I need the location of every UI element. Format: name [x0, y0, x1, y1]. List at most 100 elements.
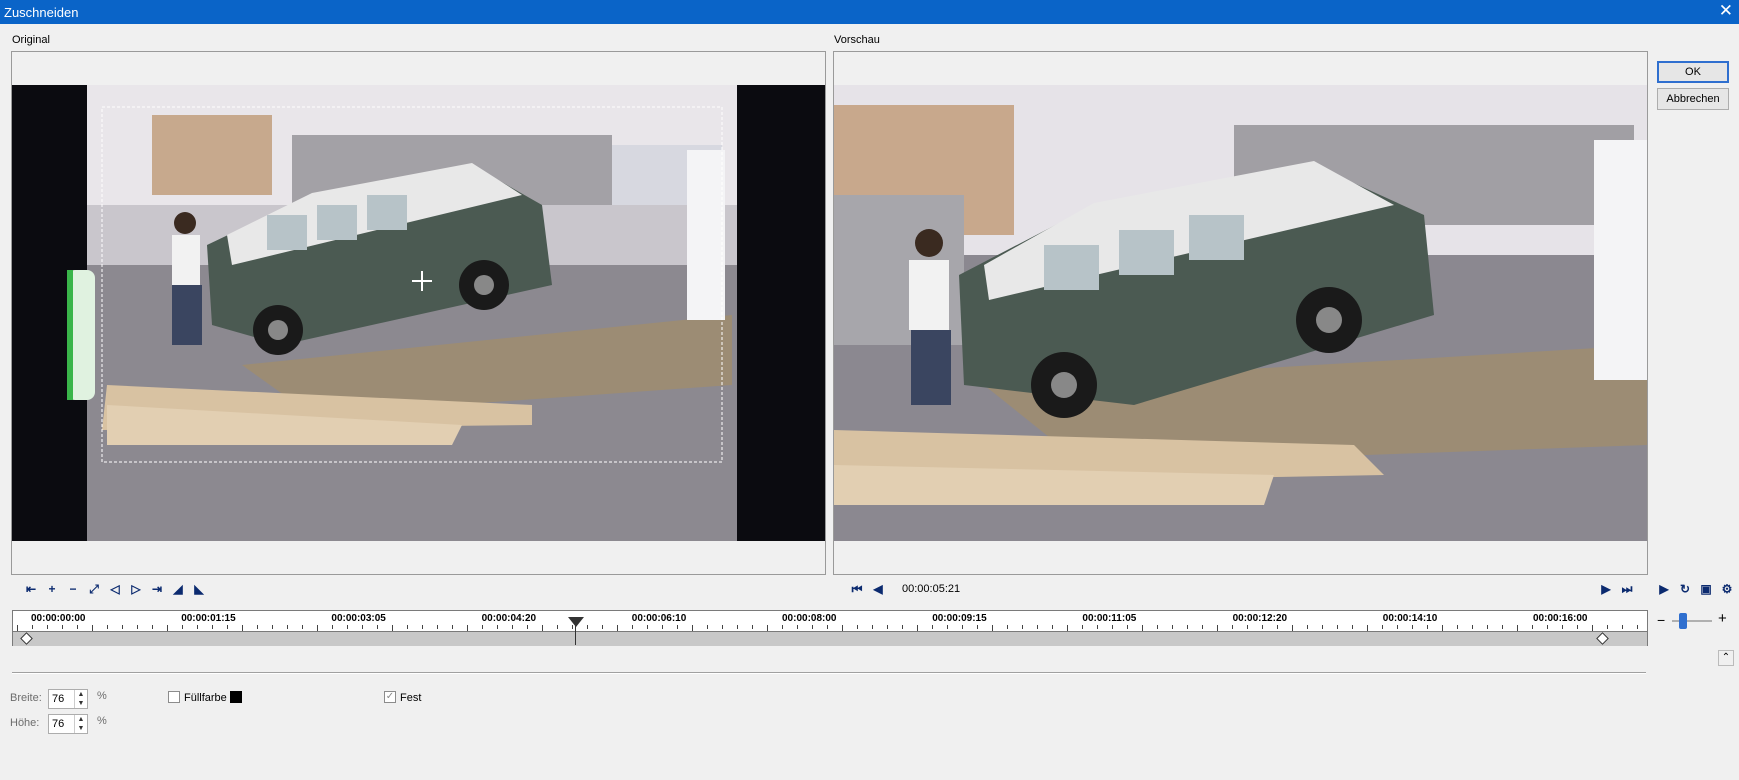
fill-color-swatch[interactable] — [230, 691, 242, 703]
timeline-tick-mark — [1502, 625, 1503, 629]
timeline-tick-mark — [377, 625, 378, 629]
timeline-tick-mark — [1082, 625, 1083, 629]
timeline-tick-mark — [1577, 625, 1578, 629]
width-spin-arrows-icon[interactable]: ▲ ▼ — [74, 690, 87, 708]
fixed-checkbox[interactable]: ✓ — [384, 691, 396, 703]
timeline-tick-label: 00:00:12:20 — [1232, 613, 1288, 624]
timeline-tick-mark — [1412, 625, 1413, 629]
timeline-tick-mark — [812, 625, 813, 629]
timeline-tick-mark — [212, 625, 213, 629]
step-back-icon[interactable]: ◁ — [106, 580, 124, 598]
move-right-icon[interactable]: ⇥ — [148, 580, 166, 598]
options-icon[interactable]: ⚙ — [1718, 580, 1736, 598]
zoom-out-icon[interactable]: − — [64, 580, 82, 598]
cancel-button[interactable]: Abbrechen — [1657, 88, 1729, 110]
playhead-marker-icon[interactable] — [568, 617, 584, 627]
timeline-tick-mark — [1007, 625, 1008, 629]
move-left-icon[interactable]: ⇤ — [22, 580, 40, 598]
fill-color-label: Füllfarbe — [184, 692, 227, 704]
timeline-tick-mark — [1247, 625, 1248, 629]
timeline-tick-mark — [647, 625, 648, 629]
prev-frame-icon[interactable]: ◀ — [869, 580, 887, 598]
ok-button[interactable]: OK — [1657, 61, 1729, 83]
height-label: Höhe: — [10, 717, 40, 729]
timeline-tick-mark — [182, 625, 183, 629]
timeline-tick-label: 00:00:03:05 — [331, 613, 386, 624]
timeline-tick-mark — [1307, 625, 1308, 629]
keyframe-track[interactable] — [13, 631, 1647, 646]
timeline-tick-mark — [287, 625, 288, 629]
timeline-tick-mark — [407, 625, 408, 629]
separator — [12, 672, 1646, 674]
timeline-tick-mark — [1637, 625, 1638, 629]
play-icon[interactable]: ▶ — [1655, 580, 1673, 598]
timeline-tick-mark — [557, 625, 558, 629]
keyframe-end-icon[interactable] — [1596, 632, 1609, 645]
original-pane — [11, 51, 826, 575]
original-video-frame[interactable] — [12, 85, 825, 541]
timeline-tick-mark — [257, 625, 258, 629]
timeline-tick-mark — [332, 625, 333, 629]
timeline-tick-mark — [422, 625, 423, 629]
width-input[interactable] — [50, 691, 76, 707]
timeline-tick-mark — [122, 625, 123, 629]
timeline-tick-mark — [362, 625, 363, 629]
go-start-icon[interactable]: ⏮ — [848, 580, 866, 598]
loop-icon[interactable]: ↻ — [1676, 580, 1694, 598]
transport-left: ⏮ ◀ — [848, 580, 887, 598]
height-input[interactable] — [50, 716, 76, 732]
timeline-tick-mark — [1487, 625, 1488, 629]
zoom-in-icon[interactable]: + — [43, 580, 61, 598]
timeline-tick-mark — [1277, 625, 1278, 629]
timeline-tick-mark — [1427, 625, 1428, 629]
keyframe-prev-icon[interactable]: ◢ — [169, 580, 187, 598]
timeline-tick-mark — [887, 625, 888, 629]
timeline-tick-label: 00:00:09:15 — [932, 613, 987, 624]
window-title: Zuschneiden — [4, 5, 79, 20]
keyframe-next-icon[interactable]: ◣ — [190, 580, 208, 598]
timeline-tick-label: 00:00:11:05 — [1082, 613, 1137, 624]
zoom-plus-icon[interactable]: + — [1718, 610, 1727, 627]
timeline-tick-mark — [1232, 625, 1233, 629]
timeline-tick-mark — [1112, 625, 1113, 629]
timeline-tick-label: 00:00:08:00 — [782, 613, 837, 624]
close-icon[interactable]: ✕ — [1719, 2, 1733, 20]
preview-video-frame — [834, 85, 1647, 541]
timeline-tick-mark — [482, 625, 483, 629]
timeline-tick-mark — [1337, 625, 1338, 629]
timeline-tick-mark — [752, 625, 753, 629]
timeline-tick-mark — [722, 625, 723, 629]
timeline-tick-mark — [347, 625, 348, 629]
width-unit: % — [97, 690, 107, 702]
title-bar: Zuschneiden ✕ — [0, 0, 1739, 24]
timeline-tick-mark — [1022, 625, 1023, 629]
step-forward-icon[interactable]: ▷ — [127, 580, 145, 598]
timeline-tick-label: 00:00:00:00 — [31, 613, 86, 624]
fit-icon[interactable]: ⤢ — [85, 580, 103, 598]
timeline-tick-mark — [1622, 625, 1623, 629]
timeline-tick-mark — [1097, 625, 1098, 629]
zoom-minus-icon[interactable]: − — [1657, 612, 1665, 628]
timeline-tick-mark — [797, 625, 798, 629]
timeline-tick-mark — [782, 625, 783, 629]
height-spinner[interactable]: ▲▼ — [48, 714, 88, 734]
collapse-icon[interactable]: ⌃ — [1718, 650, 1734, 666]
width-spinner[interactable]: ▲▼ — [48, 689, 88, 709]
timeline-tick-label: 00:00:06:10 — [631, 613, 687, 624]
timeline-tick-mark — [512, 625, 513, 629]
next-frame-icon[interactable]: ▶ — [1597, 580, 1615, 598]
timeline-tick-mark — [1352, 625, 1353, 629]
timeline-tick-mark — [1607, 625, 1608, 629]
go-end-icon[interactable]: ⏭ — [1618, 580, 1636, 598]
transport-right: ▶ ⏭ — [1597, 580, 1636, 598]
keyframe-start-icon[interactable] — [20, 632, 33, 645]
fill-color-checkbox[interactable] — [168, 691, 180, 703]
timeline[interactable]: 00:00:00:00 00:00:01:15 00:00:03:05 00:00:0… — [12, 610, 1648, 646]
timeline-tick-mark — [1532, 625, 1533, 629]
timeline-tick-mark — [932, 625, 933, 629]
crop-toolbar: ⇤ + − ⤢ ◁ ▷ ⇥ ◢ ◣ — [22, 580, 208, 598]
zoom-slider-track[interactable] — [1672, 620, 1712, 622]
monitor-icon[interactable]: ▣ — [1697, 580, 1715, 598]
height-spin-arrows-icon[interactable]: ▲ ▼ — [74, 715, 87, 733]
zoom-slider-thumb[interactable] — [1679, 613, 1687, 629]
